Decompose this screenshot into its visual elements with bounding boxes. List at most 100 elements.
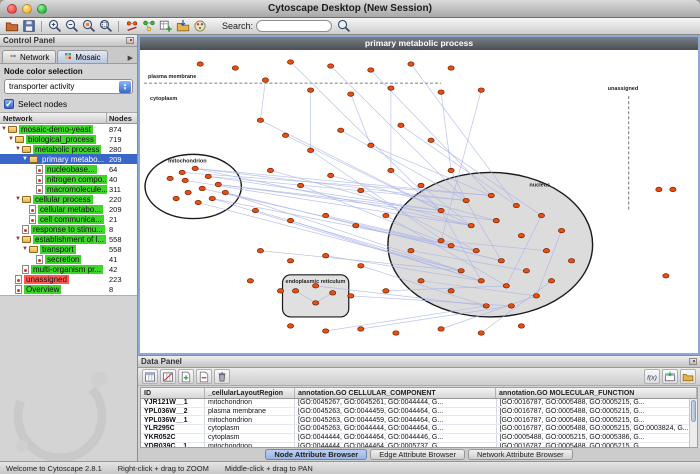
- network-node[interactable]: [185, 190, 191, 194]
- column-header-id[interactable]: ID: [141, 388, 205, 398]
- network-node[interactable]: [388, 168, 394, 172]
- tab-network[interactable]: Network: [2, 50, 56, 63]
- network-node[interactable]: [568, 259, 574, 263]
- network-node[interactable]: [197, 62, 203, 66]
- tree-item-multi-organism-pr[interactable]: multi-organism pr...42: [0, 264, 137, 274]
- column-header-annotation-go-molecular-function[interactable]: annotation.GO MOLECULAR_FUNCTION: [496, 388, 697, 398]
- select-nodes-checkbox[interactable]: ✓: [4, 99, 14, 109]
- network-node[interactable]: [503, 284, 509, 288]
- tree-item-mosaic-demo-yeast[interactable]: ▼mosaic-demo-yeast874: [0, 124, 137, 134]
- close-window-button[interactable]: [7, 4, 17, 14]
- network-node[interactable]: [328, 64, 334, 68]
- network-node[interactable]: [323, 329, 329, 333]
- open-icon[interactable]: [3, 18, 20, 34]
- network-canvas[interactable]: plasma membranecytoplasmmitochondrionnuc…: [140, 50, 698, 353]
- network-node[interactable]: [518, 324, 524, 328]
- network-node[interactable]: [330, 291, 336, 295]
- table-row[interactable]: YKR052Ccytoplasm[GO:0044444, GO:0044464,…: [141, 434, 697, 443]
- column-header-annotation-go-cellular-component[interactable]: annotation.GO CELLULAR_COMPONENT: [295, 388, 496, 398]
- network-node[interactable]: [323, 254, 329, 258]
- minimize-window-button[interactable]: [22, 4, 32, 14]
- network-node[interactable]: [670, 187, 676, 191]
- network-node[interactable]: [292, 289, 298, 293]
- network-node[interactable]: [513, 203, 519, 207]
- network-node[interactable]: [297, 183, 303, 187]
- network-node[interactable]: [448, 243, 454, 247]
- network-node[interactable]: [448, 168, 454, 172]
- network-node[interactable]: [418, 183, 424, 187]
- network-node[interactable]: [252, 208, 258, 212]
- expander-icon[interactable]: ▼: [14, 234, 22, 244]
- network-node[interactable]: [438, 327, 444, 331]
- network-node[interactable]: [287, 259, 293, 263]
- import-network-icon[interactable]: [174, 18, 191, 34]
- tree-item-primary-metabo[interactable]: ▼primary metabo...209: [0, 154, 137, 164]
- network-node[interactable]: [438, 238, 444, 242]
- select-first-neighbors-icon[interactable]: [140, 18, 157, 34]
- network-node[interactable]: [182, 178, 188, 182]
- table-row[interactable]: YDR039C__1mitochondrion[GO:0044444, GO:0…: [141, 443, 697, 448]
- color-attribute-dropdown[interactable]: transporter activity ▲▼: [4, 79, 133, 94]
- network-node[interactable]: [473, 249, 479, 253]
- expander-icon[interactable]: ▼: [0, 124, 8, 134]
- tree-item-cellular-process[interactable]: ▼cellular process220: [0, 194, 137, 204]
- tree-item-nucleobase[interactable]: nucleobase...64: [0, 164, 137, 174]
- network-node[interactable]: [338, 128, 344, 132]
- network-edge[interactable]: [331, 66, 466, 200]
- network-node[interactable]: [328, 173, 334, 177]
- tree-column-nodes[interactable]: Nodes: [107, 114, 137, 123]
- network-node[interactable]: [663, 274, 669, 278]
- expander-icon[interactable]: ▼: [21, 244, 29, 254]
- network-node[interactable]: [205, 174, 211, 178]
- network-node[interactable]: [358, 188, 364, 192]
- tab-edge-attribute-browser[interactable]: Edge Attribute Browser: [370, 449, 465, 460]
- tree-item-response-to-stimu[interactable]: response to stimu...8: [0, 224, 137, 234]
- zoom-out-icon[interactable]: [63, 18, 80, 34]
- expander-icon[interactable]: ▼: [7, 134, 15, 144]
- tree-item-macromolecule[interactable]: macromolecule...311: [0, 184, 137, 194]
- tree-item-cell-communica[interactable]: cell communica...21: [0, 214, 137, 224]
- zoom-fit-icon[interactable]: [97, 18, 114, 34]
- network-node[interactable]: [192, 166, 198, 170]
- save-icon[interactable]: [20, 18, 37, 34]
- float-panel-icon[interactable]: [126, 37, 134, 44]
- network-node[interactable]: [358, 327, 364, 331]
- network-node[interactable]: [388, 86, 394, 90]
- network-node[interactable]: [215, 182, 221, 186]
- expander-icon[interactable]: ▼: [21, 154, 29, 164]
- network-node[interactable]: [408, 249, 414, 253]
- network-node[interactable]: [393, 331, 399, 335]
- table-row[interactable]: YLR295Ccytoplasm[GO:0045263, GO:0044444,…: [141, 425, 697, 434]
- network-node[interactable]: [308, 148, 314, 152]
- trash-icon[interactable]: [214, 369, 230, 384]
- network-node[interactable]: [287, 324, 293, 328]
- hide-selected-icon[interactable]: [123, 18, 140, 34]
- tree-item-transport[interactable]: ▼transport558: [0, 244, 137, 254]
- tree-column-network[interactable]: Network: [0, 113, 107, 123]
- network-view-title[interactable]: primary metabolic process: [140, 37, 698, 50]
- network-node[interactable]: [483, 304, 489, 308]
- network-node[interactable]: [408, 62, 414, 66]
- network-node[interactable]: [348, 92, 354, 96]
- network-node[interactable]: [438, 90, 444, 94]
- table-scrollbar[interactable]: [689, 399, 697, 447]
- import-table-icon[interactable]: [662, 369, 678, 384]
- network-node[interactable]: [508, 304, 514, 308]
- network-node[interactable]: [498, 259, 504, 263]
- unselect-attributes-icon[interactable]: [160, 369, 176, 384]
- tree-item-secretion[interactable]: secretion41: [0, 254, 137, 264]
- vizmapper-icon[interactable]: [191, 18, 208, 34]
- network-node[interactable]: [308, 88, 314, 92]
- network-node[interactable]: [488, 193, 494, 197]
- network-node[interactable]: [468, 223, 474, 227]
- network-node[interactable]: [179, 170, 185, 174]
- tree-item-establishment-of-l[interactable]: ▼establishment of l...558: [0, 234, 137, 244]
- select-attributes-icon[interactable]: [142, 369, 158, 384]
- network-node[interactable]: [448, 289, 454, 293]
- tree-item-cellular-metabo[interactable]: cellular metabo...209: [0, 204, 137, 214]
- network-node[interactable]: [478, 88, 484, 92]
- network-node[interactable]: [277, 289, 283, 293]
- search-options-icon[interactable]: [335, 18, 352, 34]
- new-network-icon[interactable]: [157, 18, 174, 34]
- scrollbar-thumb[interactable]: [691, 400, 696, 422]
